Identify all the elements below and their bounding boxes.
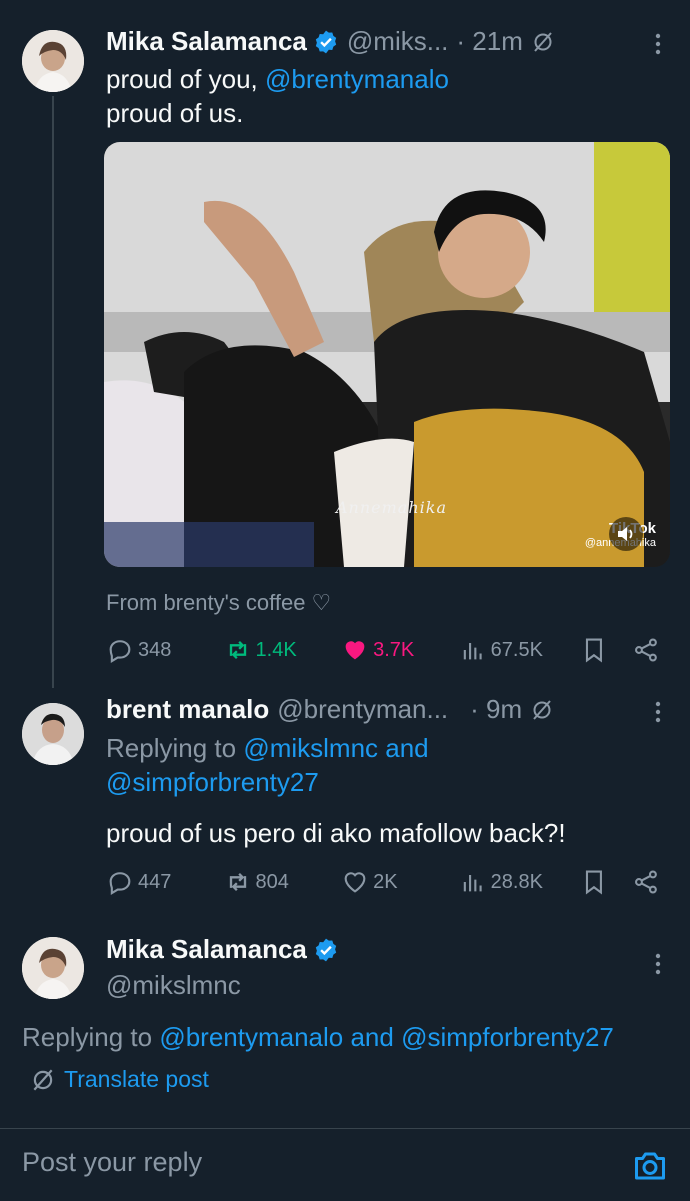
video-watermark: Annemahika bbox=[336, 498, 447, 517]
tweet-text-line1: proud of you, bbox=[106, 64, 265, 94]
verified-badge-icon bbox=[315, 938, 337, 961]
author-name[interactable]: Mika Salamanca bbox=[106, 26, 307, 57]
mention-link[interactable]: @brentymanalo and @simpforbrenty27 bbox=[159, 1022, 614, 1052]
author-handle[interactable]: @miks... bbox=[347, 26, 449, 57]
translate-post-button[interactable]: Translate post bbox=[30, 1066, 209, 1093]
tweet2-header: brent manalo @brentyman... · 9m bbox=[106, 694, 554, 725]
mention-link[interactable]: @brentymanalo bbox=[265, 64, 449, 94]
views-action[interactable]: 28.8K bbox=[459, 868, 575, 896]
replying-to-label: Replying to bbox=[106, 733, 244, 763]
more-options-icon[interactable] bbox=[648, 698, 668, 726]
repost-count: 1.4K bbox=[255, 638, 297, 661]
views-count: 28.8K bbox=[490, 870, 543, 893]
avatar-brent[interactable] bbox=[22, 703, 84, 765]
more-options-icon[interactable] bbox=[648, 950, 668, 978]
author-handle[interactable]: @brentyman... bbox=[277, 694, 448, 725]
main-replying-to: Replying to @brentymanalo and @simpforbr… bbox=[22, 1022, 614, 1053]
views-action[interactable]: 67.5K bbox=[459, 636, 575, 664]
views-count: 67.5K bbox=[490, 638, 543, 661]
avatar-mika[interactable] bbox=[22, 30, 84, 92]
tweet2-actions: 447 804 2K 28.8K bbox=[106, 865, 660, 899]
avatar-image bbox=[22, 937, 84, 999]
mention-link[interactable]: @simpforbrenty27 bbox=[106, 765, 429, 799]
reply-icon bbox=[109, 872, 131, 895]
author-name[interactable]: Mika Salamanca bbox=[106, 934, 307, 965]
translate-label: Translate post bbox=[64, 1066, 209, 1092]
views-icon bbox=[463, 643, 482, 660]
speaker-icon bbox=[618, 527, 633, 541]
reply-bar: Post your reply bbox=[0, 1128, 690, 1201]
author-name[interactable]: brent manalo bbox=[106, 694, 269, 725]
like-count: 3.7K bbox=[373, 638, 415, 661]
repost-count: 804 bbox=[255, 870, 289, 893]
more-options-icon[interactable] bbox=[648, 30, 668, 58]
like-count: 2K bbox=[373, 870, 398, 893]
tweet1-text: proud of you, @brentymanalo proud of us. bbox=[106, 62, 449, 130]
post-time[interactable]: · 21m bbox=[456, 26, 522, 57]
tweet1-actions: 348 1.4K 3.7K 67.5K bbox=[106, 633, 660, 667]
grok-icon bbox=[33, 1069, 53, 1090]
repost-action[interactable]: 804 bbox=[224, 868, 342, 896]
repost-icon bbox=[229, 873, 246, 891]
reply-action[interactable]: 348 bbox=[106, 636, 224, 664]
bookmark-icon[interactable] bbox=[580, 636, 608, 664]
camera-icon[interactable] bbox=[632, 1149, 668, 1183]
post-time[interactable]: · 9m bbox=[470, 694, 522, 725]
heart-filled-icon bbox=[345, 641, 365, 660]
tweet2-text: proud of us pero di ako mafollow back?! bbox=[106, 818, 566, 848]
bookmark-icon[interactable] bbox=[580, 868, 608, 896]
views-icon bbox=[463, 875, 482, 892]
like-action[interactable]: 2K bbox=[341, 868, 459, 896]
reply-icon bbox=[109, 640, 131, 663]
grok-icon[interactable] bbox=[530, 698, 554, 722]
mention-link[interactable]: @mikslmnc and bbox=[243, 733, 428, 763]
grok-icon[interactable] bbox=[531, 30, 555, 54]
replying-to-label: Replying to bbox=[22, 1022, 160, 1052]
tweet-text-line2: proud of us. bbox=[106, 98, 244, 128]
repost-icon bbox=[229, 641, 246, 659]
tweet2-replying-to: Replying to @mikslmnc and @simpforbrenty… bbox=[106, 731, 429, 799]
avatar-mika[interactable] bbox=[22, 937, 84, 999]
reply-action[interactable]: 447 bbox=[106, 868, 224, 896]
thread-connector-line bbox=[52, 96, 54, 688]
repost-action[interactable]: 1.4K bbox=[224, 636, 342, 664]
tweet-video[interactable]: Annemahika TikTok @annemahika bbox=[104, 142, 670, 567]
avatar-image bbox=[22, 703, 84, 765]
verified-badge-icon bbox=[315, 30, 337, 53]
reply-input[interactable]: Post your reply bbox=[22, 1147, 202, 1178]
like-action[interactable]: 3.7K bbox=[341, 636, 459, 664]
heart-icon bbox=[344, 872, 366, 893]
mute-button[interactable] bbox=[609, 517, 643, 551]
reply-count: 348 bbox=[138, 638, 172, 661]
media-caption: From brenty's coffee ♡ bbox=[106, 590, 332, 615]
share-icon[interactable] bbox=[632, 868, 660, 896]
share-icon[interactable] bbox=[632, 636, 660, 664]
author-handle[interactable]: @mikslmnc bbox=[106, 970, 241, 1001]
avatar-image bbox=[22, 30, 84, 92]
reply-count: 447 bbox=[138, 870, 172, 893]
main-tweet-header: Mika Salamanca bbox=[106, 934, 339, 965]
tweet1-header: Mika Salamanca @miks... · 21m bbox=[106, 26, 555, 57]
